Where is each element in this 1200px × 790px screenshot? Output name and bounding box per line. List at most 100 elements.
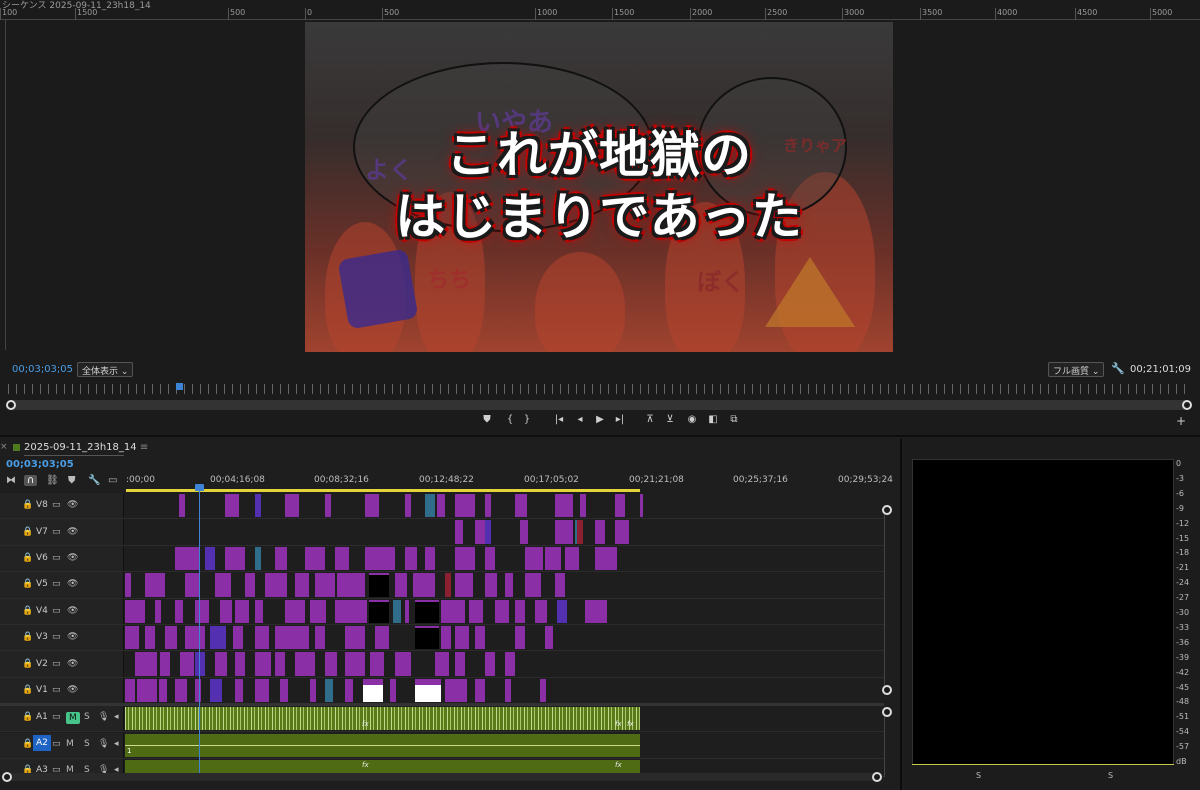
snap-icon[interactable]: ∩ (24, 475, 38, 486)
video-clip[interactable] (595, 520, 605, 544)
sync-lock-icon[interactable]: ▭ (52, 632, 61, 642)
video-clip[interactable] (525, 546, 543, 571)
sync-lock-icon[interactable]: ▭ (52, 606, 61, 616)
eye-icon[interactable]: 👁 (67, 685, 78, 695)
video-clip[interactable] (369, 599, 389, 623)
video-clip[interactable] (580, 494, 586, 518)
video-clip[interactable] (235, 599, 249, 623)
track-header[interactable]: 🔒 V2 ▭ 👁 (0, 651, 124, 677)
video-clip[interactable] (437, 494, 445, 518)
sync-lock-icon[interactable]: ▭ (52, 659, 61, 669)
menu-icon[interactable]: ≡ (140, 442, 148, 453)
sync-lock-icon[interactable]: ▭ (52, 527, 61, 537)
video-clip[interactable] (255, 599, 263, 623)
lock-icon[interactable]: 🔒 (22, 712, 33, 722)
video-clip[interactable] (455, 494, 475, 518)
video-clip[interactable] (640, 494, 643, 518)
video-clip[interactable] (545, 546, 561, 571)
sync-lock-icon[interactable]: ▭ (52, 553, 61, 563)
volume-line[interactable] (125, 745, 640, 746)
video-clip[interactable] (145, 626, 155, 650)
video-clip[interactable] (310, 678, 316, 703)
video-clip[interactable] (315, 573, 335, 597)
video-clip[interactable] (475, 678, 485, 703)
sync-lock-icon[interactable]: ▭ (52, 579, 61, 589)
quality-select[interactable]: フル画質 ⌄ (1048, 362, 1105, 377)
track-name[interactable]: V1 (36, 685, 48, 695)
video-clip[interactable] (535, 599, 547, 623)
video-clip[interactable] (295, 626, 309, 650)
video-clip[interactable] (370, 652, 384, 676)
sync-lock-icon[interactable]: ▭ (52, 712, 61, 722)
video-clip[interactable] (455, 520, 463, 544)
video-clip[interactable] (285, 599, 305, 623)
video-clip[interactable] (345, 573, 365, 597)
video-clip[interactable] (195, 599, 209, 623)
video-clip[interactable] (185, 573, 199, 597)
video-clip[interactable] (255, 626, 269, 650)
video-clip[interactable] (275, 626, 295, 650)
scrollbar-right-handle[interactable] (1182, 400, 1192, 410)
video-clip[interactable] (325, 652, 337, 676)
solo-button[interactable]: S (84, 712, 90, 722)
video-clip[interactable] (345, 652, 365, 676)
mark-out-icon[interactable]: } (520, 414, 534, 428)
video-clip[interactable] (485, 494, 491, 518)
video-clip[interactable] (125, 626, 139, 650)
video-clip[interactable] (225, 494, 239, 518)
video-clip[interactable] (205, 546, 215, 571)
scrollbar-handle[interactable] (882, 505, 892, 515)
track-header[interactable]: 🔒 V5 ▭ 👁 (0, 572, 124, 598)
video-clip[interactable] (185, 626, 205, 650)
video-clip[interactable] (233, 626, 243, 650)
video-clip[interactable] (435, 652, 449, 676)
captions-icon[interactable]: ▭ (108, 475, 117, 486)
track-header[interactable]: 🔒 A1 ▭ M S 🎙 ◂ (0, 706, 124, 731)
video-clip[interactable] (415, 626, 439, 650)
video-clip[interactable] (245, 573, 255, 597)
video-clip[interactable] (515, 599, 525, 623)
video-clip[interactable] (210, 678, 222, 703)
video-clip[interactable] (185, 546, 199, 571)
expand-arrow-icon[interactable]: ◂ (114, 712, 119, 722)
video-clip[interactable] (445, 573, 451, 597)
video-clip[interactable] (125, 573, 131, 597)
video-clip[interactable] (375, 626, 389, 650)
video-clip[interactable] (159, 678, 167, 703)
linked-selection-icon[interactable]: ⛓ (46, 475, 59, 486)
track-header[interactable]: 🔒 V7 ▭ 👁 (0, 519, 124, 545)
video-clip[interactable] (265, 573, 287, 597)
video-clip[interactable] (365, 494, 379, 518)
video-clip[interactable] (175, 599, 183, 623)
video-clip[interactable] (455, 652, 465, 676)
track-name[interactable]: V6 (36, 553, 48, 563)
video-clip[interactable] (505, 573, 513, 597)
video-vertical-scrollbar[interactable] (882, 505, 892, 695)
video-clip[interactable] (555, 573, 565, 597)
marker-icon[interactable]: ⛊ (480, 414, 494, 428)
sequence-tab[interactable]: 2025-09-11_23h18_14 ≡ (24, 442, 148, 453)
monitor-time-ruler[interactable] (8, 384, 1190, 394)
video-clip[interactable] (255, 652, 271, 676)
mute-button[interactable]: M (66, 712, 80, 724)
channel-solo-label[interactable]: S (1108, 771, 1113, 780)
video-clip[interactable] (415, 678, 441, 703)
video-clip[interactable] (285, 494, 299, 518)
video-clip[interactable] (305, 546, 325, 571)
video-clip[interactable] (595, 546, 617, 571)
video-clip[interactable] (215, 652, 227, 676)
video-clip[interactable] (175, 678, 187, 703)
nest-icon[interactable]: ⧓ (6, 475, 16, 486)
video-clip[interactable] (415, 599, 439, 623)
track-header[interactable]: 🔒 A2 ▭ M S 🎙 ◂ (0, 733, 124, 758)
eye-icon[interactable]: 👁 (67, 500, 78, 510)
video-clip[interactable] (210, 626, 226, 650)
sync-lock-icon[interactable]: ▭ (52, 739, 61, 749)
video-clip[interactable] (337, 573, 345, 597)
video-clip[interactable] (325, 678, 333, 703)
sync-lock-icon[interactable]: ▭ (52, 500, 61, 510)
close-icon[interactable]: × (0, 442, 8, 452)
video-clip[interactable] (335, 546, 349, 571)
track-name[interactable]: V4 (36, 606, 48, 616)
video-clip[interactable] (475, 520, 485, 544)
